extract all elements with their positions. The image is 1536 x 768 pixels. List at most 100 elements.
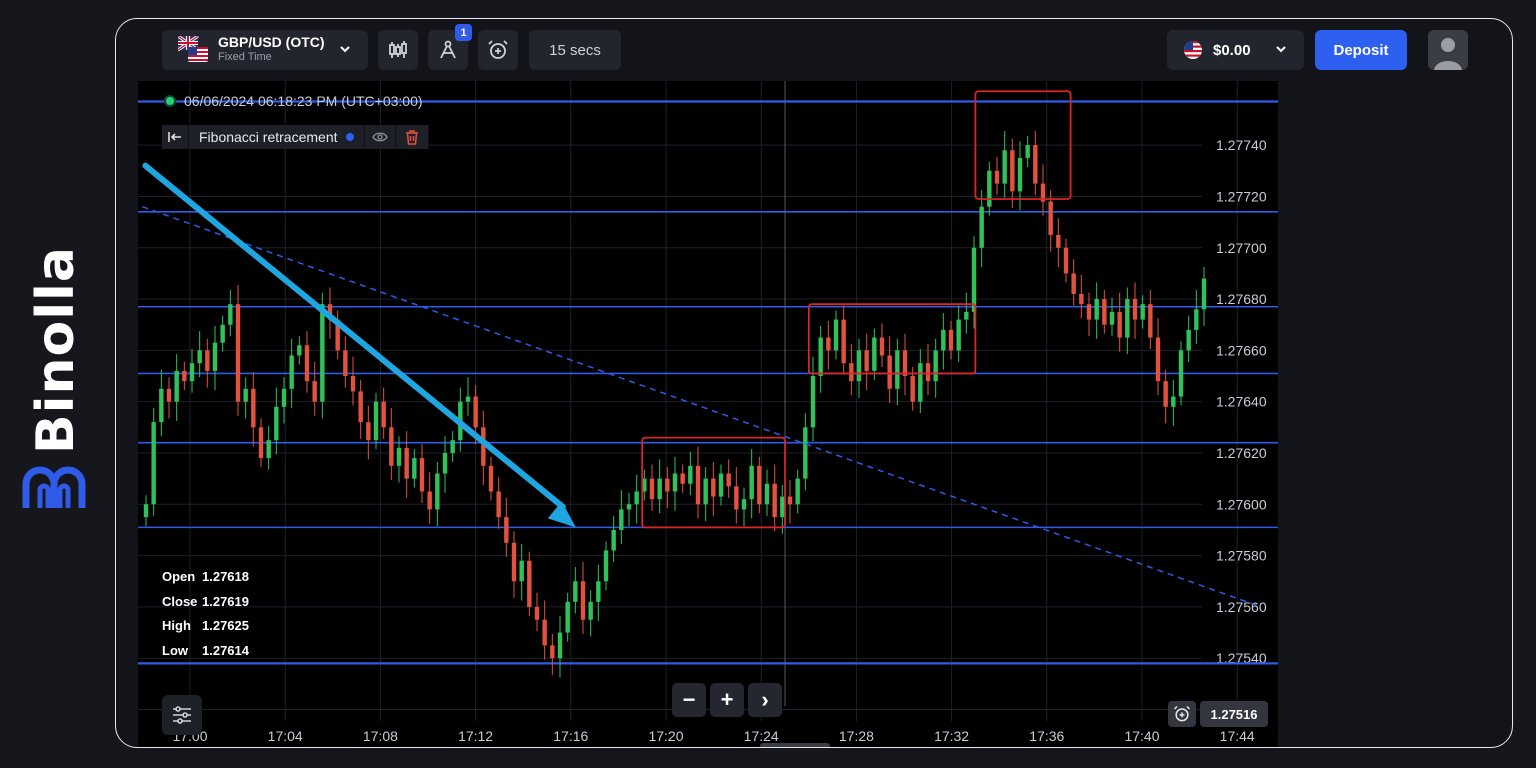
candle-body bbox=[948, 329, 954, 351]
collapse-toolbar-button[interactable] bbox=[162, 125, 189, 149]
candle-body bbox=[749, 465, 754, 500]
ohlc-value: 1.27619 bbox=[202, 593, 249, 609]
candle-body bbox=[350, 376, 356, 392]
add-alert-button[interactable] bbox=[478, 30, 518, 70]
zoom-in-button[interactable]: + bbox=[710, 683, 744, 717]
candle-body bbox=[987, 170, 992, 207]
candle-body bbox=[419, 458, 425, 492]
avatar[interactable] bbox=[1428, 30, 1468, 70]
us-flag-icon bbox=[1184, 41, 1202, 59]
candle-body bbox=[1163, 381, 1168, 407]
indicators-button[interactable] bbox=[378, 30, 418, 70]
candle-body bbox=[1010, 150, 1015, 192]
binolla-logo-icon bbox=[22, 466, 86, 508]
candle-body bbox=[274, 406, 279, 441]
candle-body bbox=[320, 304, 325, 402]
deposit-button[interactable]: Deposit bbox=[1315, 30, 1407, 70]
candle-body bbox=[1201, 278, 1207, 310]
candle-body bbox=[1079, 293, 1084, 305]
ohlc-high-row: High 1.27625 bbox=[162, 614, 249, 639]
candle-body bbox=[1125, 299, 1130, 338]
delete-drawing-button[interactable] bbox=[395, 125, 429, 149]
candle-body bbox=[1063, 247, 1069, 274]
zoom-out-button[interactable]: − bbox=[672, 683, 706, 717]
app-window: GBP/USD (OTC) Fixed Time 1 15 secs $0.00… bbox=[115, 18, 1513, 748]
price-chart[interactable]: 17:00 17:04 17:08 17:12 17:16 17:20 17:24 17:28… bbox=[138, 81, 1278, 748]
candle-body bbox=[389, 427, 394, 466]
live-status-icon bbox=[166, 97, 174, 105]
candle-body bbox=[795, 478, 800, 505]
candle-body bbox=[358, 391, 363, 423]
candle-body bbox=[856, 350, 862, 382]
candles-icon bbox=[389, 41, 407, 58]
candle-body bbox=[174, 370, 179, 402]
candle-body bbox=[672, 473, 678, 492]
candle-body bbox=[879, 337, 885, 356]
candle-body bbox=[557, 632, 563, 659]
toggle-visibility-button[interactable] bbox=[364, 125, 396, 149]
candle-body bbox=[297, 345, 302, 356]
chart-area[interactable]: 17:00 17:04 17:08 17:12 17:16 17:20 17:24 17:28… bbox=[138, 81, 1278, 748]
asset-selector[interactable]: GBP/USD (OTC) Fixed Time bbox=[162, 30, 368, 70]
drawing-tools-button[interactable]: 1 bbox=[428, 24, 472, 70]
candle-body bbox=[550, 645, 555, 659]
y-tick-label: 1.27680 bbox=[1216, 291, 1267, 307]
candle-body bbox=[910, 376, 915, 402]
candle-body bbox=[979, 206, 984, 248]
candle-body bbox=[1086, 304, 1092, 320]
candle-body bbox=[166, 388, 172, 402]
sliders-icon bbox=[173, 706, 191, 724]
y-tick-label: 1.27600 bbox=[1216, 496, 1267, 512]
candle-body bbox=[159, 388, 164, 423]
candle-body bbox=[412, 458, 417, 479]
candle-body bbox=[182, 370, 187, 382]
candle-body bbox=[895, 350, 900, 389]
candle-body bbox=[741, 499, 747, 510]
candle-body bbox=[634, 491, 639, 505]
candle-body bbox=[1186, 329, 1191, 351]
candle-body bbox=[1148, 304, 1153, 338]
chart-settings-button[interactable] bbox=[162, 695, 202, 735]
candle-body bbox=[826, 337, 831, 351]
candle-body bbox=[366, 422, 371, 441]
eye-icon bbox=[371, 132, 388, 142]
candle-body bbox=[542, 619, 547, 646]
chevron-down-icon bbox=[1276, 46, 1286, 53]
ohlc-value: 1.27625 bbox=[202, 618, 249, 633]
candle-body bbox=[1109, 311, 1115, 325]
candle-body bbox=[649, 478, 655, 500]
chart-datetime: 06/06/2024 06:18:23 PM (UTC+03:00) bbox=[166, 93, 423, 109]
x-tick-label: 17:16 bbox=[553, 728, 588, 744]
x-tick-label: 17:24 bbox=[744, 728, 779, 744]
scroll-to-latest-button[interactable]: › bbox=[748, 683, 782, 717]
candle-body bbox=[1094, 299, 1099, 320]
candle-body bbox=[373, 401, 379, 441]
candle-body bbox=[688, 465, 693, 484]
candle-body bbox=[427, 491, 432, 510]
candle-body bbox=[1102, 299, 1107, 325]
ohlc-panel: Open 1.27618 Close 1.27619 High 1.27625 Low… bbox=[162, 565, 249, 663]
candle-body bbox=[258, 427, 264, 459]
timeframe-selector[interactable]: 15 secs bbox=[529, 30, 621, 70]
asset-name: GBP/USD (OTC) bbox=[218, 34, 325, 50]
alarm-add-icon bbox=[1173, 705, 1191, 722]
candle-body bbox=[304, 345, 310, 382]
candle-body bbox=[143, 504, 149, 518]
candle-body bbox=[772, 483, 777, 518]
brand-sidebar: Binolla bbox=[0, 0, 115, 768]
candle-body bbox=[396, 447, 402, 466]
time-scrollbar[interactable] bbox=[760, 743, 830, 747]
candle-body bbox=[312, 381, 317, 402]
price-alert-button[interactable] bbox=[1168, 701, 1196, 727]
ohlc-label: High bbox=[162, 618, 191, 633]
balance-selector[interactable]: $0.00 bbox=[1167, 30, 1304, 70]
arrow-left-bar-icon bbox=[168, 132, 181, 142]
y-tick-label: 1.27620 bbox=[1216, 445, 1267, 461]
ohlc-low-row: Low 1.27614 bbox=[162, 639, 249, 664]
candle-body bbox=[864, 350, 869, 371]
candle-body bbox=[1117, 311, 1122, 338]
candle-body bbox=[764, 483, 770, 505]
fibonacci-tool-selector[interactable]: Fibonacci retracement bbox=[189, 125, 365, 149]
x-tick-label: 17:08 bbox=[363, 728, 398, 744]
candle-body bbox=[580, 581, 586, 620]
